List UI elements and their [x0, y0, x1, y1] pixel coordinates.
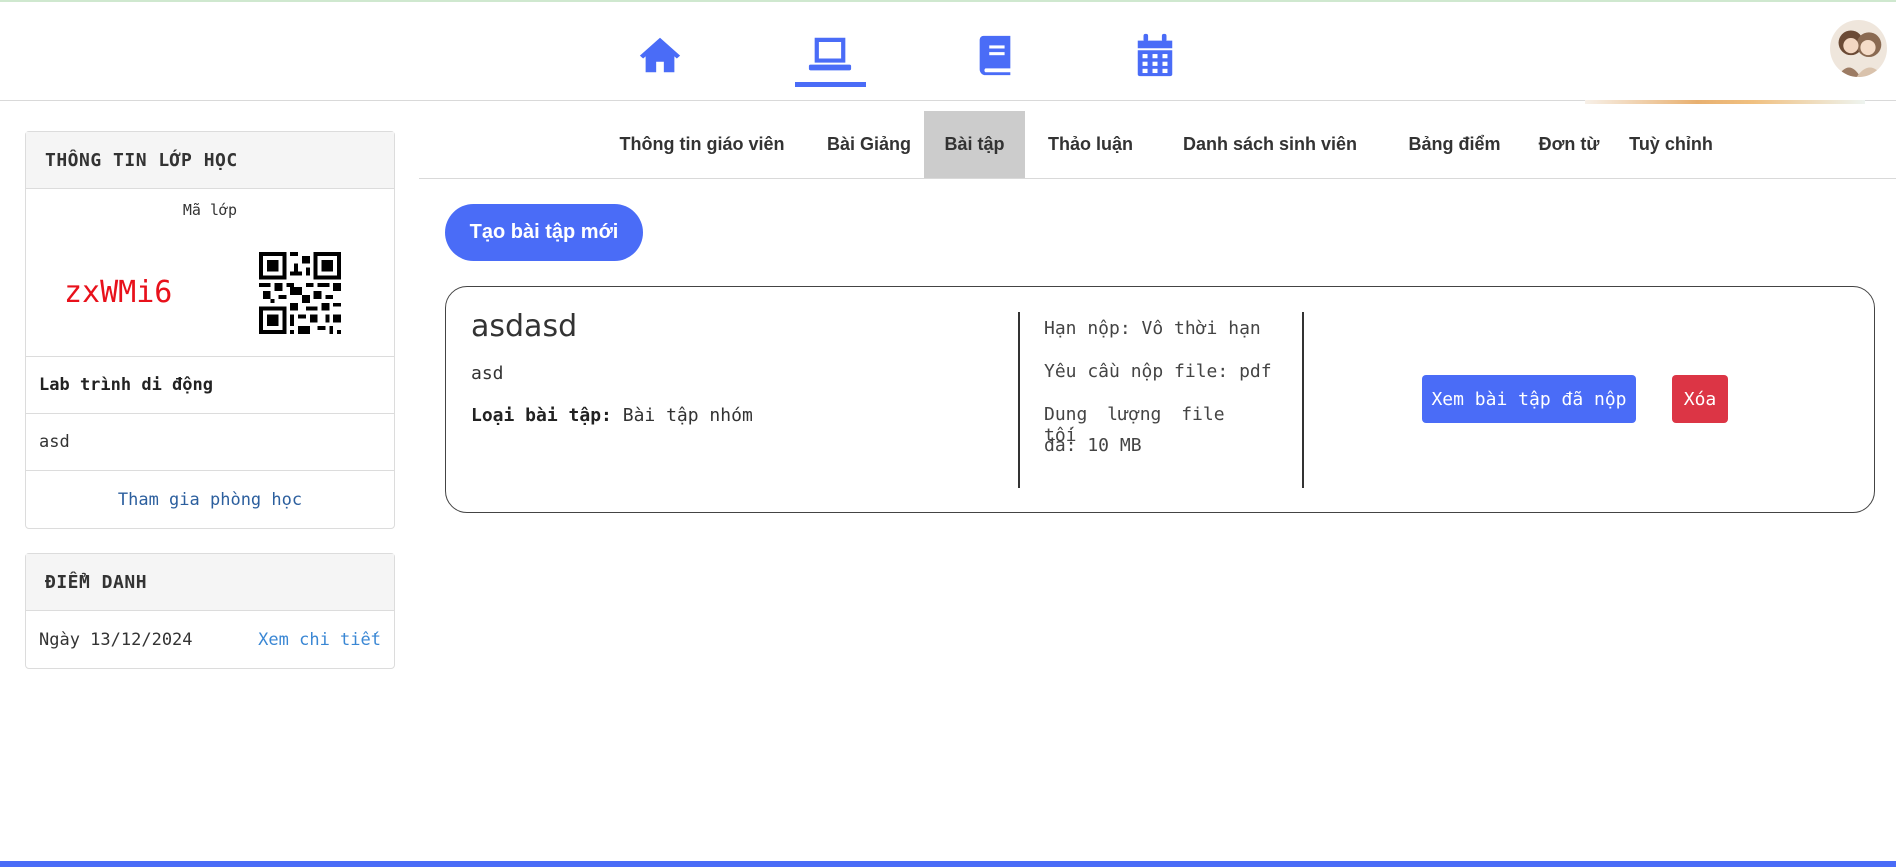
top-navbar	[0, 2, 1896, 101]
attendance-date: Ngày 13/12/2024	[39, 629, 193, 650]
tab-gradebook[interactable]: Bảng điểm	[1387, 111, 1522, 178]
divider	[1018, 312, 1020, 488]
attendance-card: ĐIỂM DANH Ngày 13/12/2024 Xem chi tiết	[25, 553, 395, 669]
class-tabs: Thông tin giáo viên Bài Giảng Bài tập Th…	[419, 111, 1896, 179]
tab-requests[interactable]: Đơn từ	[1529, 111, 1609, 178]
attendance-row: Ngày 13/12/2024 Xem chi tiết	[26, 611, 394, 668]
divider	[1302, 312, 1304, 488]
delete-button[interactable]: Xóa	[1672, 375, 1728, 423]
assignment-title: asdasd	[471, 309, 578, 344]
assignment-max-size-cont: đa: 10 MB	[1044, 435, 1142, 456]
tab-discussion[interactable]: Thảo luận	[1033, 111, 1148, 178]
assignment-type: Loại bài tập: Bài tập nhóm	[471, 405, 753, 426]
join-room-link[interactable]: Tham gia phòng học	[118, 490, 302, 510]
assignment-file-requirement: Yêu cầu nộp file: pdf	[1044, 361, 1272, 382]
laptop-icon[interactable]	[805, 30, 855, 80]
class-info-header: THÔNG TIN LỚP HỌC	[26, 132, 394, 189]
book-icon[interactable]	[970, 30, 1020, 80]
class-description: asd	[26, 414, 394, 471]
home-icon[interactable]	[635, 30, 685, 80]
user-avatar[interactable]	[1830, 20, 1887, 77]
assignment-type-value: Bài tập nhóm	[622, 405, 753, 426]
create-assignment-button[interactable]: Tạo bài tập mới	[445, 204, 643, 261]
class-code-label: Mã lớp	[182, 201, 238, 219]
attendance-header: ĐIỂM DANH	[26, 554, 394, 611]
class-name: Lab trình di động	[26, 357, 394, 414]
assignment-card: asdasd asd Loại bài tập: Bài tập nhóm Hạ…	[445, 286, 1875, 513]
class-code-section: Mã lớp zxWMi6	[26, 189, 394, 357]
assignment-description: asd	[471, 363, 504, 384]
tab-settings[interactable]: Tuỳ chỉnh	[1616, 111, 1726, 178]
class-info-card: THÔNG TIN LỚP HỌC Mã lớp zxWMi6 Lab trìn…	[25, 131, 395, 529]
tab-students[interactable]: Danh sách sinh viên	[1159, 111, 1381, 178]
attendance-detail-link[interactable]: Xem chi tiết	[258, 630, 381, 650]
join-room-row: Tham gia phòng học	[26, 471, 394, 528]
tab-assignments[interactable]: Bài tập	[924, 111, 1025, 178]
active-nav-indicator	[795, 82, 866, 87]
calendar-icon[interactable]	[1130, 30, 1180, 80]
assignment-type-label: Loại bài tập:	[471, 405, 612, 426]
tab-teacher-info[interactable]: Thông tin giáo viên	[603, 111, 801, 178]
view-submissions-button[interactable]: Xem bài tập đã nộp	[1422, 375, 1636, 423]
qr-code-icon	[259, 252, 341, 334]
assignment-deadline: Hạn nộp: Vô thời hạn	[1044, 318, 1261, 339]
bottom-accent-bar	[0, 861, 1896, 867]
tab-lectures[interactable]: Bài Giảng	[814, 111, 924, 178]
class-code: zxWMi6	[64, 275, 173, 310]
banner-edge	[1585, 100, 1865, 104]
